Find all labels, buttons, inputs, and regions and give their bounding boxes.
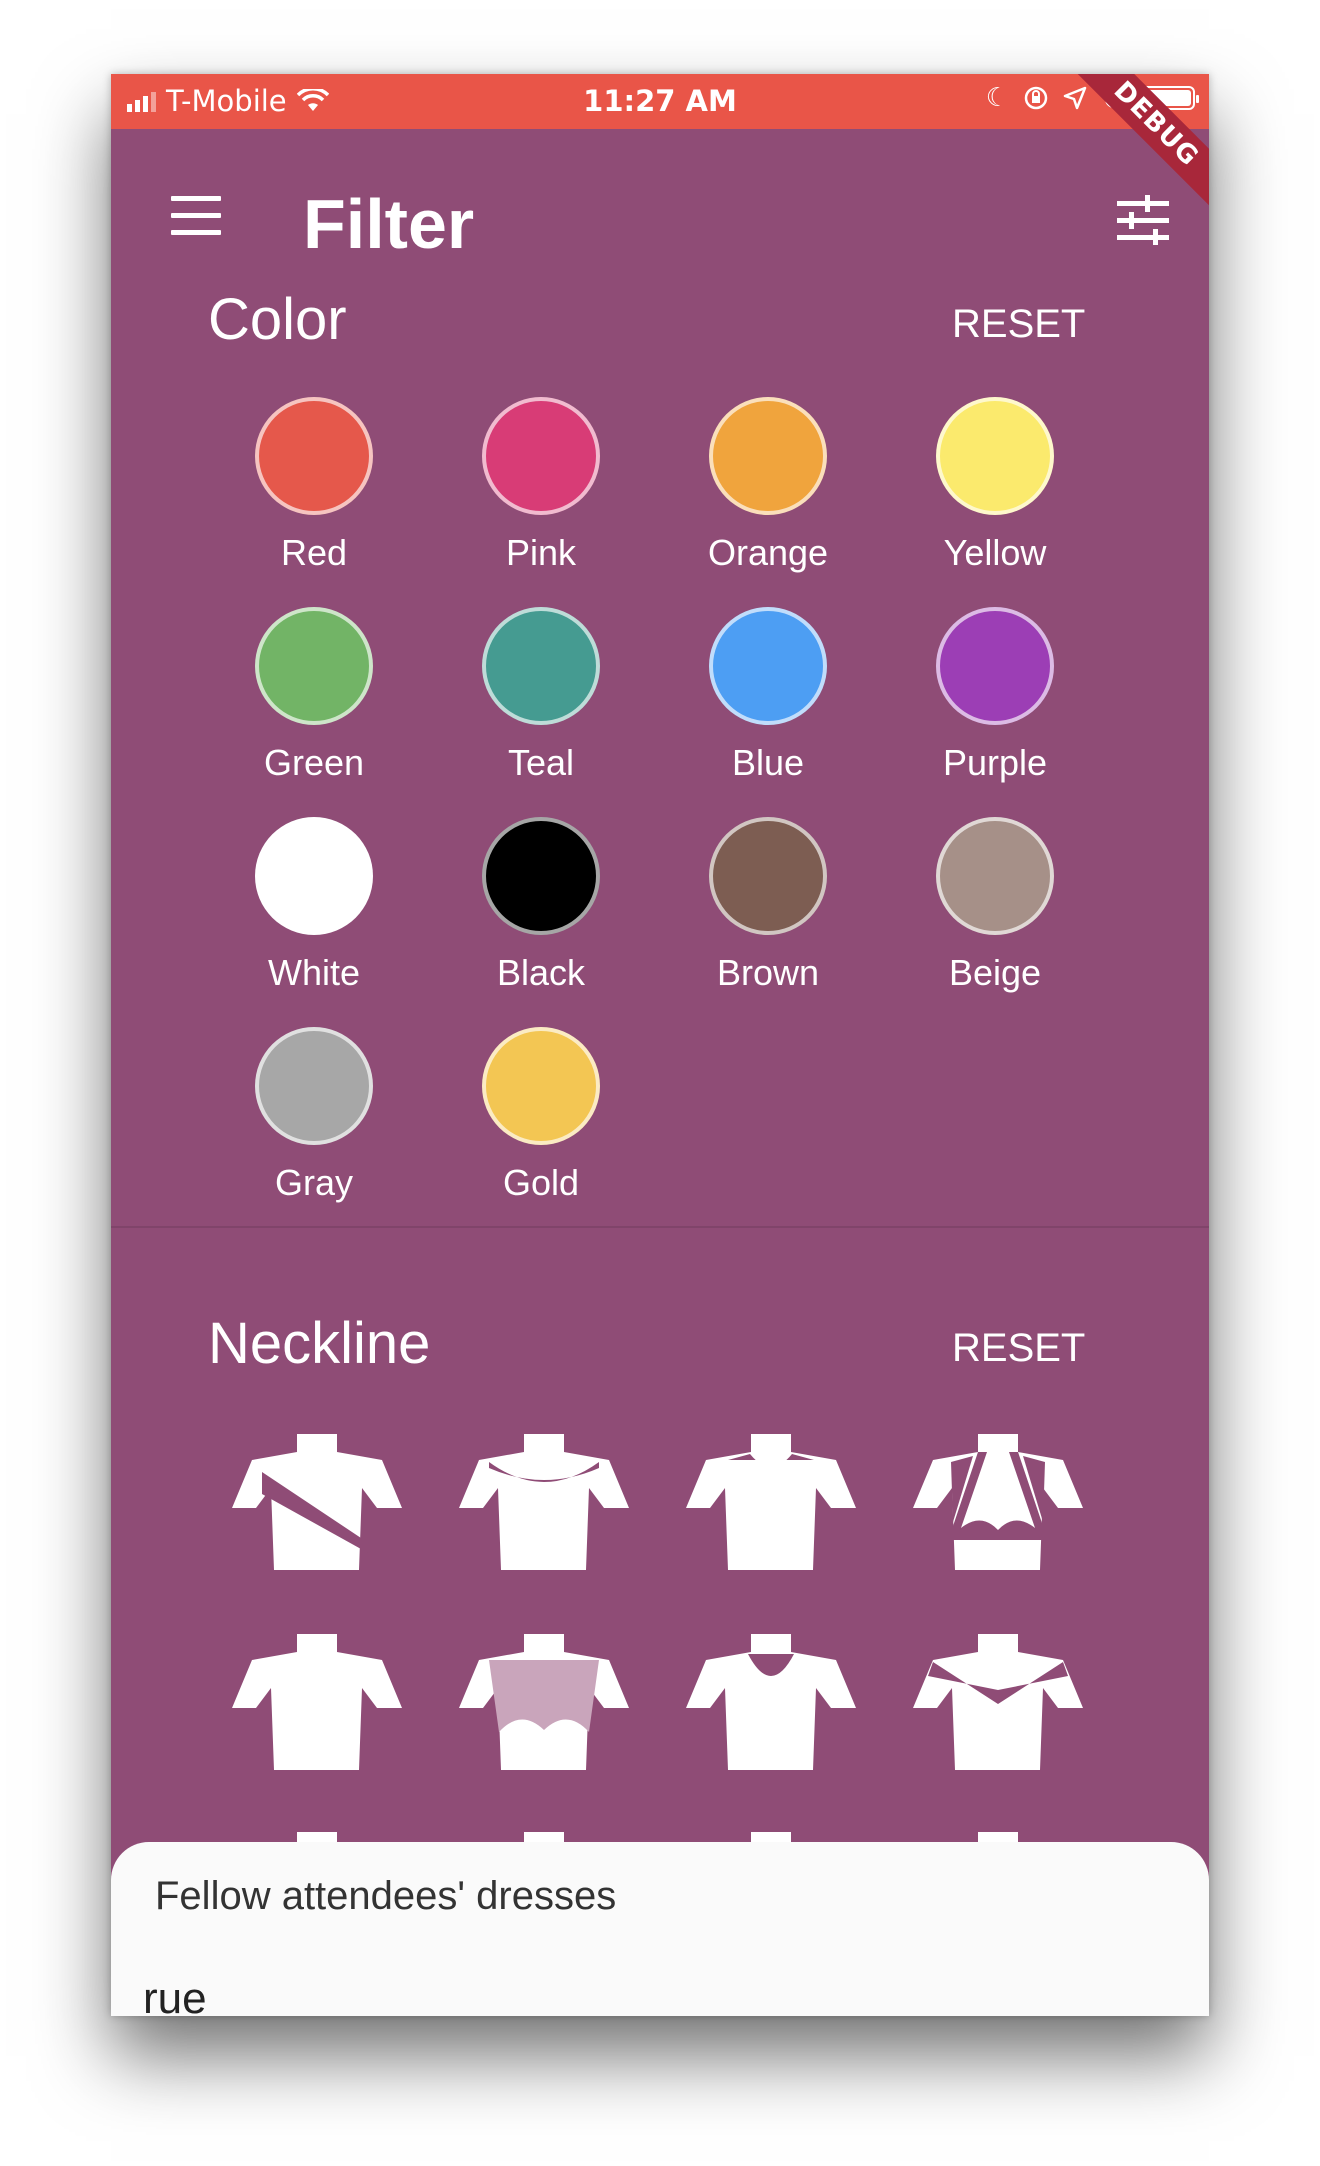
color-option-beige[interactable]: Beige — [882, 817, 1108, 1017]
moon-icon: ☾ — [985, 83, 1009, 113]
illusion-sweetheart-neckline-icon[interactable] — [449, 1632, 639, 1772]
menu-icon[interactable] — [171, 196, 221, 236]
color-option-gray[interactable]: Gray — [201, 1027, 427, 1227]
color-option-black[interactable]: Black — [428, 817, 654, 1017]
off-shoulder-neckline-icon[interactable] — [903, 1632, 1093, 1772]
scoop-neckline-icon[interactable] — [449, 1432, 639, 1572]
color-label: Green — [263, 742, 365, 783]
color-label: Gold — [502, 1162, 580, 1203]
high-neck-neckline-icon[interactable] — [222, 1632, 412, 1772]
neckline-reset-button[interactable]: RESET — [952, 1326, 1085, 1371]
neckline-section-title: Neckline — [208, 1311, 431, 1376]
color-option-brown[interactable]: Brown — [655, 817, 881, 1017]
color-option-gold[interactable]: Gold — [428, 1027, 654, 1227]
color-swatch — [936, 607, 1054, 725]
color-reset-button[interactable]: RESET — [952, 302, 1085, 347]
location-icon — [1063, 86, 1087, 110]
color-label: Gray — [274, 1162, 353, 1203]
status-bar: T-Mobile 11:27 AM ☾ — [111, 74, 1209, 129]
color-label: White — [267, 952, 361, 993]
color-swatch — [482, 1027, 600, 1145]
bottom-sheet[interactable]: Fellow attendees' dresses rue — [111, 1842, 1209, 2016]
color-label: Orange — [707, 532, 829, 573]
color-option-orange[interactable]: Orange — [655, 397, 881, 597]
color-option-green[interactable]: Green — [201, 607, 427, 807]
round-neckline-icon[interactable] — [676, 1632, 866, 1772]
tune-icon[interactable] — [1117, 195, 1169, 245]
color-option-blue[interactable]: Blue — [655, 607, 881, 807]
color-option-purple[interactable]: Purple — [882, 607, 1108, 807]
color-swatch — [482, 607, 600, 725]
phone-screen: T-Mobile 11:27 AM ☾ Filter DEBUG Color R… — [111, 74, 1209, 2016]
color-option-pink[interactable]: Pink — [428, 397, 654, 597]
one-shoulder-neckline-icon[interactable] — [222, 1432, 412, 1572]
color-label: Teal — [507, 742, 575, 783]
color-swatch — [936, 397, 1054, 515]
bottom-sheet-title: Fellow attendees' dresses — [155, 1874, 617, 1918]
color-label: Black — [496, 952, 586, 993]
bottom-sheet-text: rue — [143, 1974, 207, 2016]
color-label: Beige — [948, 952, 1042, 993]
color-option-teal[interactable]: Teal — [428, 607, 654, 807]
color-swatch — [709, 397, 827, 515]
color-swatch — [255, 607, 373, 725]
halter-sweetheart-neckline-icon[interactable] — [903, 1432, 1093, 1572]
color-label: Pink — [505, 532, 577, 573]
color-label: Yellow — [943, 532, 1047, 573]
app-bar: Filter — [111, 129, 1209, 294]
orientation-lock-icon — [1024, 86, 1048, 110]
color-swatch — [255, 817, 373, 935]
color-label: Blue — [731, 742, 805, 783]
color-label: Red — [280, 532, 348, 573]
color-option-red[interactable]: Red — [201, 397, 427, 597]
color-swatch — [709, 607, 827, 725]
color-swatch — [482, 817, 600, 935]
color-option-yellow[interactable]: Yellow — [882, 397, 1108, 597]
color-option-white[interactable]: White — [201, 817, 427, 1017]
color-swatch — [709, 817, 827, 935]
color-swatch — [936, 817, 1054, 935]
color-swatch — [255, 397, 373, 515]
color-swatch — [482, 397, 600, 515]
section-divider — [111, 1226, 1209, 1228]
color-label: Brown — [716, 952, 820, 993]
color-swatch — [255, 1027, 373, 1145]
color-section-title: Color — [208, 287, 347, 352]
color-label: Purple — [942, 742, 1048, 783]
high-round-neckline-icon[interactable] — [676, 1432, 866, 1572]
page-title: Filter — [303, 185, 475, 263]
